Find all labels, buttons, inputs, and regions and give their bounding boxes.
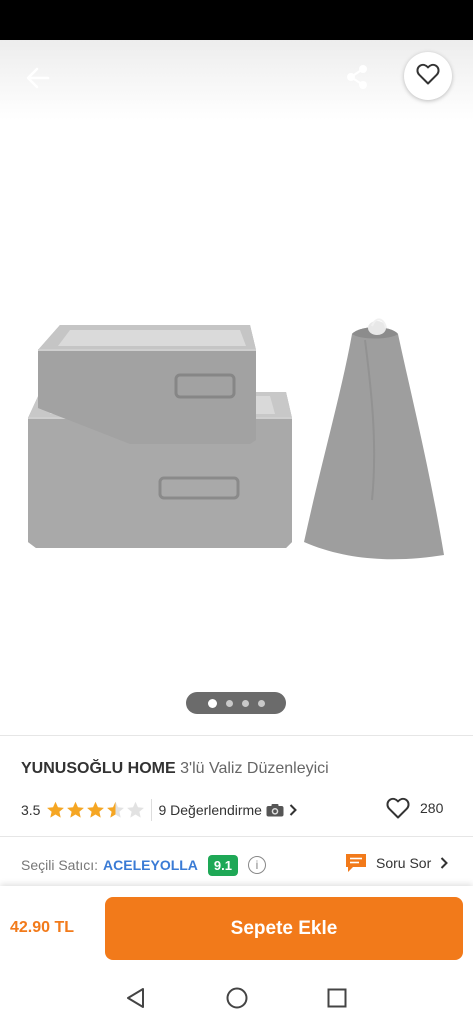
favorites-count-value: 280: [420, 800, 444, 816]
star-empty-icon: [127, 801, 145, 818]
seller-score-badge: 9.1: [207, 854, 238, 876]
star-icon: [87, 801, 105, 818]
back-arrow-icon[interactable]: [22, 62, 54, 94]
add-to-cart-button[interactable]: Sepete Ekle: [105, 897, 463, 960]
favorite-button[interactable]: [404, 52, 452, 100]
system-navigation-bar: [0, 972, 473, 1024]
product-price: 42.90 TL: [10, 919, 75, 936]
product-photo: [28, 318, 444, 560]
star-icon: [67, 801, 85, 818]
star-half-icon: [107, 801, 125, 818]
gallery-dot: [225, 699, 233, 707]
gallery-dot: [241, 699, 249, 707]
seller-label: Seçili Satıcı:: [21, 857, 99, 873]
gallery-page-indicator: [186, 692, 286, 714]
product-image-gallery[interactable]: [0, 40, 473, 735]
info-icon[interactable]: i: [248, 856, 266, 874]
nav-back-icon[interactable]: [124, 986, 148, 1010]
product-name: 3'lü Valiz Düzenleyici: [180, 760, 329, 777]
status-bar: [0, 0, 473, 40]
reviews-link[interactable]: 9 Değerlendirme: [158, 802, 298, 818]
product-title: YUNUSOĞLU HOME 3'lü Valiz Düzenleyici: [21, 760, 329, 778]
rating-stars: [46, 801, 145, 819]
star-icon: [47, 801, 65, 818]
gallery-dot-active: [207, 698, 217, 708]
gallery-dot: [257, 699, 265, 707]
purchase-bar: 42.90 TL Sepete Ekle: [0, 886, 473, 972]
review-count: 9 Değerlendirme: [158, 802, 262, 818]
ask-question-label: Soru Sor: [376, 855, 432, 871]
seller-name-link[interactable]: ACELEYOLLA: [103, 857, 198, 873]
rating-score: 3.5: [21, 802, 41, 818]
chevron-right-icon: [289, 804, 297, 816]
divider: [0, 735, 473, 736]
heart-icon: [386, 797, 410, 819]
product-brand[interactable]: YUNUSOĞLU HOME: [21, 760, 176, 777]
chat-icon: [346, 854, 366, 872]
heart-icon: [416, 63, 440, 90]
share-icon[interactable]: [342, 62, 372, 92]
nav-home-icon[interactable]: [225, 986, 249, 1010]
nav-recents-icon[interactable]: [325, 986, 349, 1010]
divider: [151, 799, 153, 821]
favorites-count[interactable]: 280: [386, 797, 443, 819]
header-gradient: [0, 40, 473, 120]
camera-icon: [266, 804, 284, 817]
divider: [0, 836, 473, 837]
chevron-right-icon: [441, 857, 449, 869]
ask-question-button[interactable]: Soru Sor: [344, 852, 449, 874]
